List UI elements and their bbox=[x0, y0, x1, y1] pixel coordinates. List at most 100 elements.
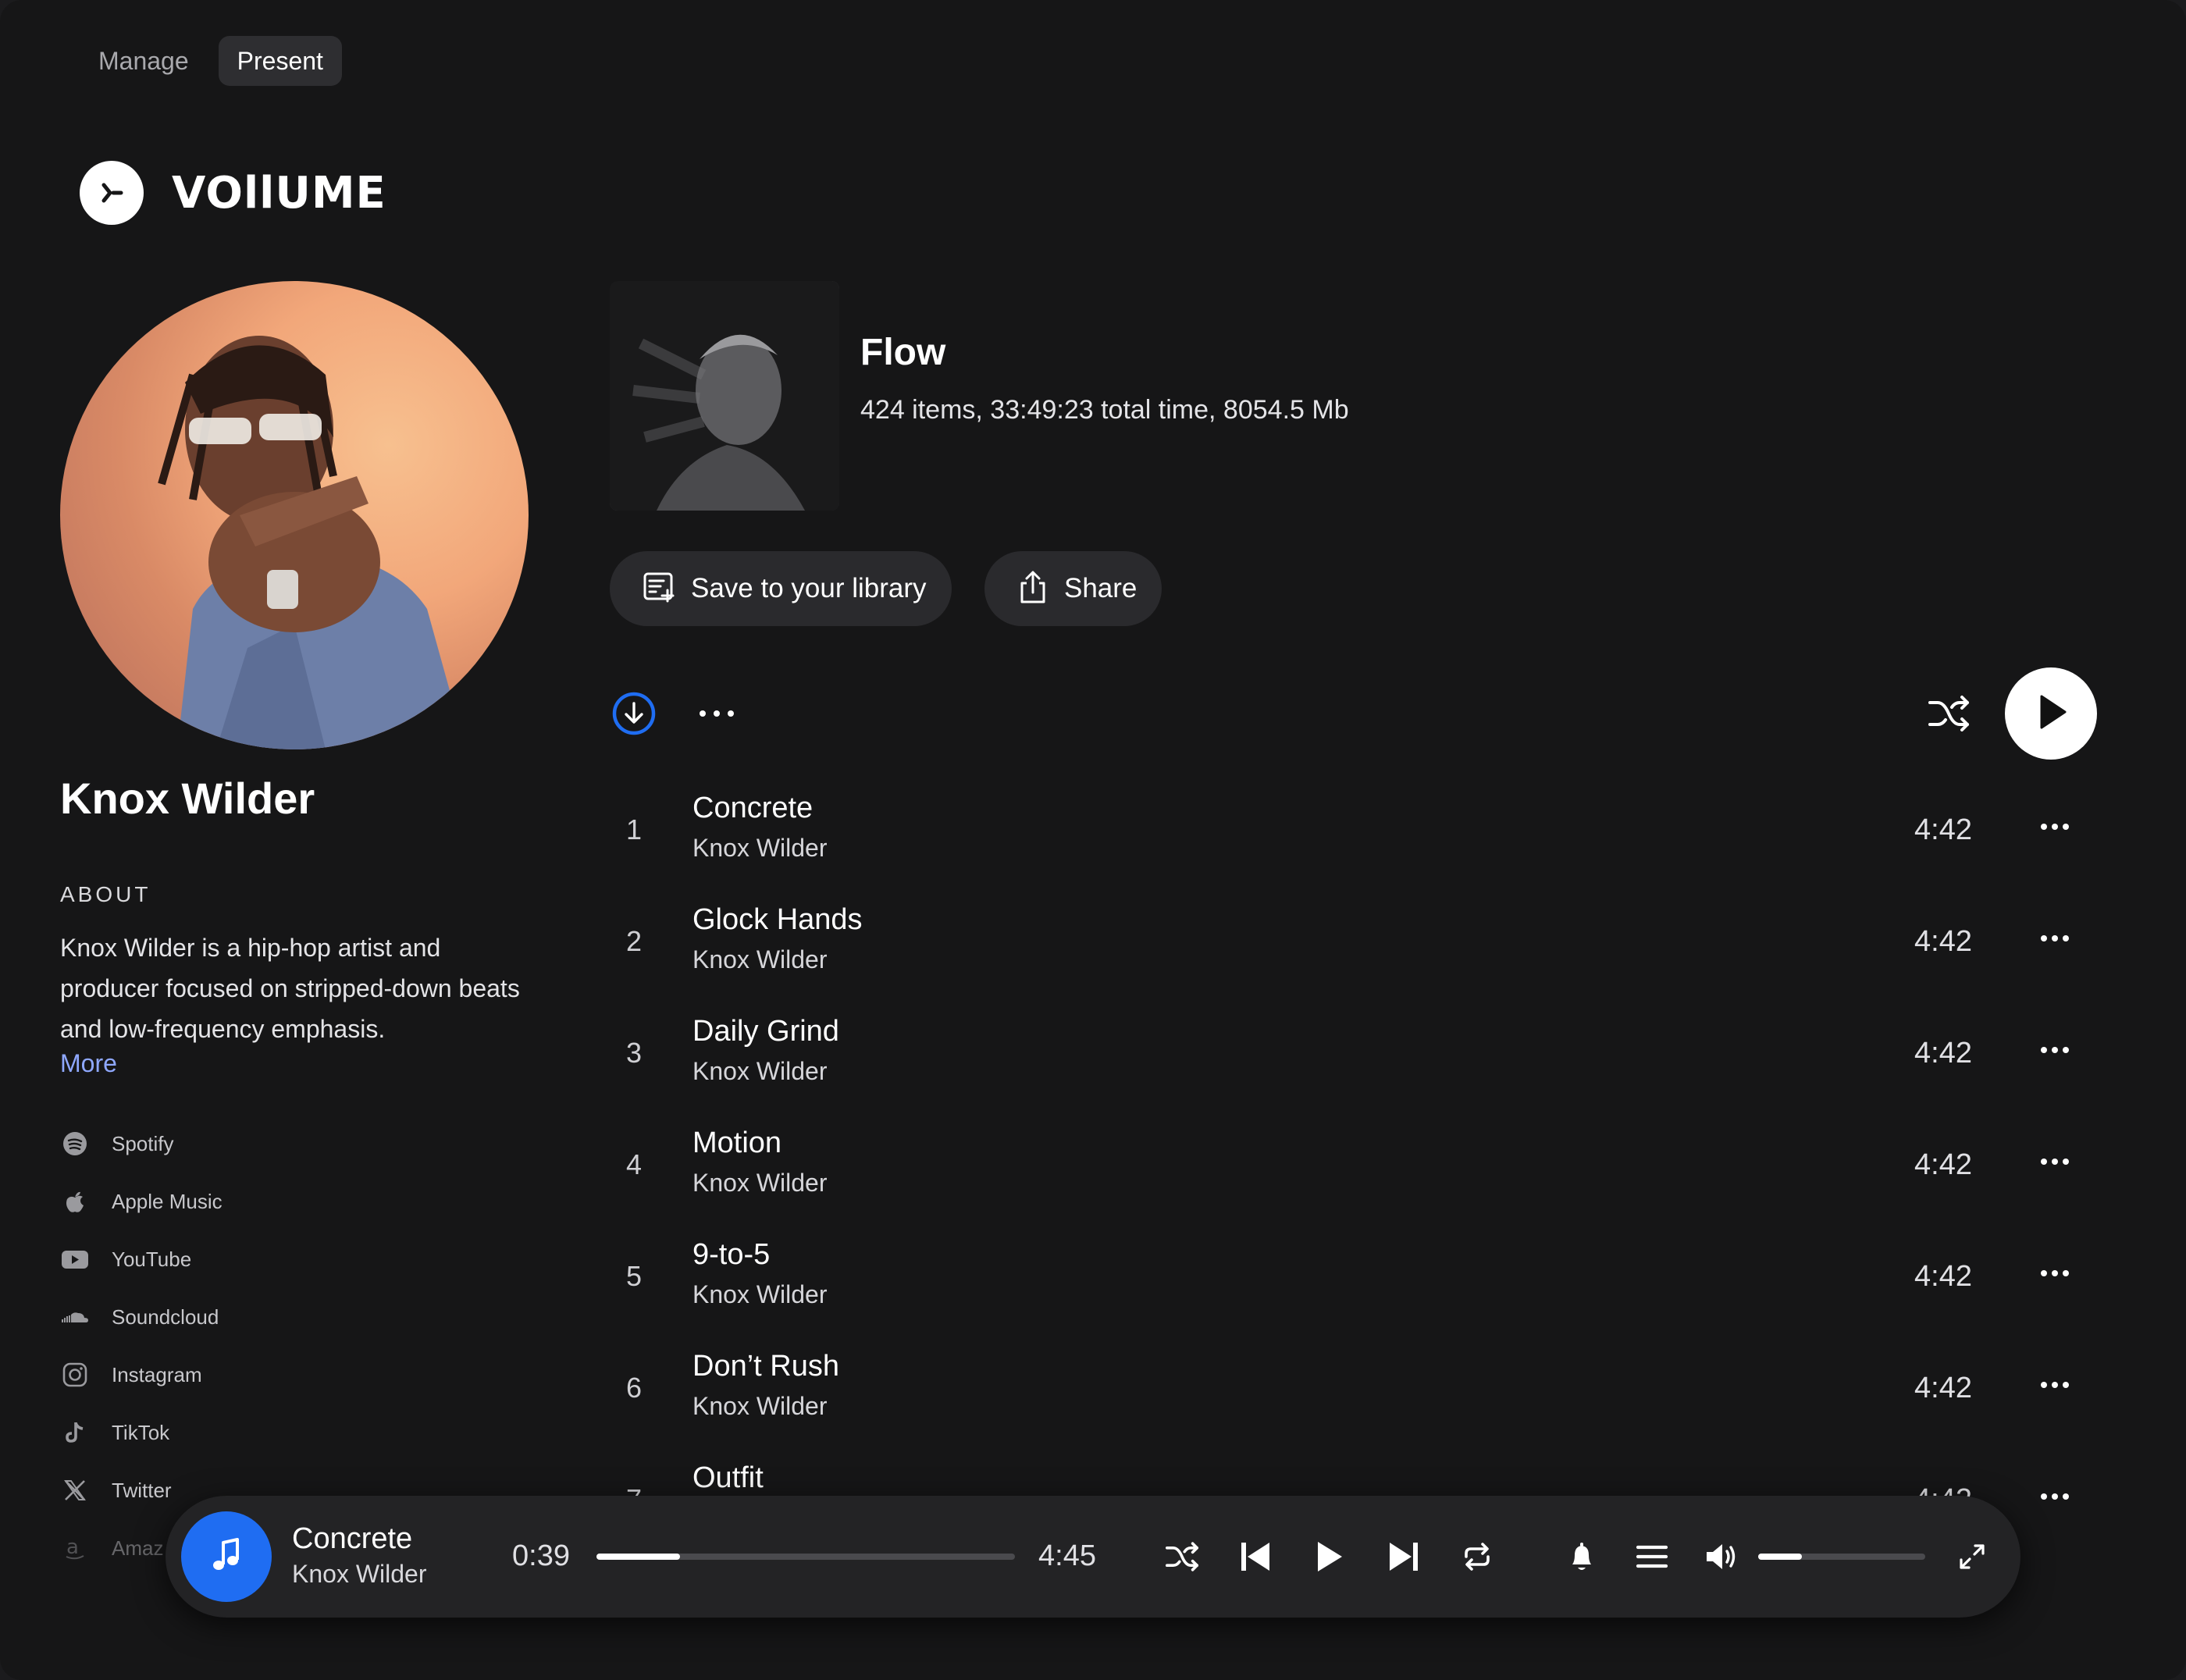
player-bar: Concrete Knox Wilder 0:39 4:45 bbox=[166, 1496, 2020, 1618]
track-more-icon[interactable] bbox=[2039, 1268, 2070, 1282]
tab-present[interactable]: Present bbox=[218, 36, 342, 86]
expand-icon[interactable] bbox=[1947, 1532, 1997, 1582]
track-duration: 4:42 bbox=[1914, 1037, 1972, 1070]
track-more-icon[interactable] bbox=[2039, 1045, 2070, 1059]
social-link-spotify[interactable]: Spotify bbox=[60, 1115, 223, 1173]
social-label: Amaz bbox=[112, 1536, 164, 1560]
track-number: 2 bbox=[626, 925, 643, 957]
download-icon[interactable] bbox=[611, 690, 657, 741]
social-link-youtube[interactable]: YouTube bbox=[60, 1230, 223, 1288]
track-title: 9-to-5 bbox=[692, 1238, 771, 1271]
social-link-instagram[interactable]: Instagram bbox=[60, 1346, 223, 1404]
shuffle-icon[interactable] bbox=[1157, 1532, 1207, 1582]
save-label: Save to your library bbox=[691, 573, 927, 603]
bell-icon[interactable] bbox=[1557, 1532, 1607, 1582]
track-title: Outfit bbox=[692, 1461, 764, 1494]
track-duration: 4:42 bbox=[1914, 1148, 1972, 1181]
spotify-icon bbox=[60, 1129, 90, 1159]
queue-icon[interactable] bbox=[1627, 1532, 1677, 1582]
social-link-soundcloud[interactable]: Soundcloud bbox=[60, 1288, 223, 1346]
svg-text:a: a bbox=[66, 1536, 79, 1559]
instagram-icon bbox=[60, 1360, 90, 1390]
track-duration: 4:42 bbox=[1914, 1372, 1972, 1404]
track-artist: Knox Wilder bbox=[692, 1392, 828, 1420]
play-icon[interactable] bbox=[1304, 1532, 1354, 1582]
add-to-library-icon bbox=[641, 569, 677, 609]
social-label: Instagram bbox=[112, 1362, 202, 1386]
save-to-library-button[interactable]: Save to your library bbox=[610, 551, 952, 626]
artist-avatar bbox=[60, 281, 529, 749]
track-more-icon[interactable] bbox=[2039, 1491, 2070, 1505]
share-button[interactable]: Share bbox=[984, 551, 1162, 626]
music-note-icon bbox=[209, 1536, 244, 1578]
shuffle-icon[interactable] bbox=[1925, 690, 1972, 741]
more-link[interactable]: More bbox=[60, 1049, 117, 1078]
brand-name: VOllUME bbox=[172, 167, 386, 219]
current-time: 0:39 bbox=[512, 1539, 570, 1572]
track-number: 3 bbox=[626, 1037, 643, 1069]
play-all-button[interactable] bbox=[2005, 667, 2097, 760]
track-more-icon[interactable] bbox=[2039, 933, 2070, 947]
track-artist: Knox Wilder bbox=[692, 1280, 828, 1308]
x-twitter-icon bbox=[60, 1475, 90, 1505]
track-artist: Knox Wilder bbox=[692, 945, 828, 973]
track-number: 6 bbox=[626, 1372, 643, 1404]
about-text: Knox Wilder is a hip-hop artist and prod… bbox=[60, 934, 520, 1043]
track-artist: Knox Wilder bbox=[692, 834, 828, 862]
playlist-cover bbox=[610, 281, 839, 511]
total-time: 4:45 bbox=[1038, 1539, 1096, 1572]
volume-fill bbox=[1758, 1554, 1802, 1560]
now-playing-art[interactable] bbox=[181, 1511, 272, 1602]
tab-manage[interactable]: Manage bbox=[80, 36, 208, 86]
brand-logo: VOllUME bbox=[80, 161, 386, 225]
track-title: Don’t Rush bbox=[692, 1350, 839, 1383]
more-options-icon[interactable] bbox=[696, 703, 740, 728]
repeat-icon[interactable] bbox=[1452, 1532, 1502, 1582]
track-title: Concrete bbox=[692, 792, 814, 824]
progress-fill bbox=[596, 1554, 681, 1560]
volume-slider[interactable] bbox=[1758, 1554, 1925, 1560]
track-artist: Knox Wilder bbox=[692, 1169, 828, 1197]
social-label: Soundcloud bbox=[112, 1304, 219, 1329]
track-row[interactable]: 2 Glock Hands Knox Wilder 4:42 bbox=[611, 892, 2102, 1002]
next-track-icon[interactable] bbox=[1379, 1532, 1429, 1582]
social-link-tiktok[interactable]: TikTok bbox=[60, 1404, 223, 1461]
amazon-icon: a bbox=[60, 1533, 90, 1563]
youtube-icon bbox=[60, 1244, 90, 1274]
view-tabs: Manage Present bbox=[80, 36, 342, 86]
track-more-icon[interactable] bbox=[2039, 821, 2070, 835]
social-label: Twitter bbox=[112, 1478, 172, 1502]
progress-bar[interactable] bbox=[596, 1554, 1015, 1560]
play-icon bbox=[2034, 693, 2068, 735]
track-title: Motion bbox=[692, 1127, 782, 1159]
volume-icon[interactable] bbox=[1697, 1532, 1747, 1582]
now-playing-title: Concrete bbox=[292, 1522, 413, 1555]
track-duration: 4:42 bbox=[1914, 813, 1972, 846]
volume-logo-icon bbox=[80, 161, 144, 225]
share-label: Share bbox=[1064, 573, 1138, 603]
social-label: YouTube bbox=[112, 1247, 192, 1271]
track-row[interactable]: 6 Don’t Rush Knox Wilder 4:42 bbox=[611, 1339, 2102, 1448]
track-duration: 4:42 bbox=[1914, 1260, 1972, 1293]
track-more-icon[interactable] bbox=[2039, 1156, 2070, 1170]
playlist-meta: 424 items, 33:49:23 total time, 8054.5 M… bbox=[860, 395, 1349, 425]
tiktok-icon bbox=[60, 1418, 90, 1447]
track-title: Glock Hands bbox=[692, 903, 863, 936]
track-more-icon[interactable] bbox=[2039, 1379, 2070, 1393]
apple-icon bbox=[60, 1187, 90, 1216]
playlist-title: Flow bbox=[860, 332, 946, 373]
social-label: Spotify bbox=[112, 1131, 174, 1155]
social-link-apple-music[interactable]: Apple Music bbox=[60, 1173, 223, 1230]
soundcloud-icon bbox=[60, 1302, 90, 1332]
track-title: Daily Grind bbox=[692, 1015, 839, 1048]
track-number: 5 bbox=[626, 1260, 643, 1292]
track-row[interactable]: 3 Daily Grind Knox Wilder 4:42 bbox=[611, 1004, 2102, 1113]
track-number: 1 bbox=[626, 813, 643, 845]
now-playing-artist: Knox Wilder bbox=[292, 1560, 427, 1588]
previous-track-icon[interactable] bbox=[1230, 1532, 1280, 1582]
share-icon bbox=[1016, 569, 1050, 609]
track-row[interactable]: 4 Motion Knox Wilder 4:42 bbox=[611, 1116, 2102, 1225]
track-row[interactable]: 1 Concrete Knox Wilder 4:42 bbox=[611, 781, 2102, 890]
social-label: Apple Music bbox=[112, 1189, 223, 1213]
track-row[interactable]: 5 9-to-5 Knox Wilder 4:42 bbox=[611, 1227, 2102, 1337]
